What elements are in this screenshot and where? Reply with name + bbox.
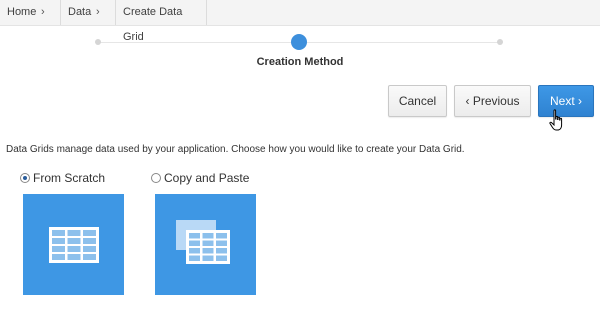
breadcrumb: Home › Data › Create Data Grid (0, 0, 600, 43)
chevron-right-icon: › (41, 6, 45, 18)
wizard-step-label: Creation Method (256, 56, 344, 68)
chevron-right-icon: › (578, 94, 583, 108)
next-button-label: Next (549, 94, 575, 108)
chevron-right-icon: › (96, 6, 100, 18)
wizard-step-dot-active (291, 34, 307, 50)
radio-label: From Scratch (33, 171, 106, 185)
previous-button-label: Previous (472, 94, 520, 108)
breadcrumb-home[interactable]: Home › (0, 0, 60, 25)
hand-cursor-icon (549, 109, 563, 131)
cancel-button[interactable]: Cancel (388, 85, 447, 117)
breadcrumb-current: Create Data Grid (116, 0, 206, 43)
breadcrumb-divider (206, 0, 207, 25)
breadcrumb-label: Data (68, 6, 92, 18)
cancel-button-label: Cancel (398, 94, 437, 108)
previous-button[interactable]: ‹ Previous (454, 85, 531, 117)
grid-icon (49, 227, 99, 263)
wizard-step-dot (497, 39, 503, 45)
radio-button[interactable] (20, 173, 30, 183)
breadcrumb-label: Create Data Grid (123, 6, 183, 43)
copy-grid-icon (176, 220, 230, 264)
description-text: Data Grids manage data used by your appl… (6, 144, 465, 155)
radio-label: Copy and Paste (164, 171, 250, 185)
copy-and-paste-tile[interactable] (155, 194, 256, 295)
radio-button[interactable] (151, 173, 161, 183)
breadcrumb-data[interactable]: Data › (61, 0, 115, 25)
breadcrumb-label: Home (7, 6, 37, 18)
from-scratch-tile[interactable] (23, 194, 124, 295)
chevron-left-icon: ‹ (465, 94, 470, 108)
wizard-step-dot (95, 39, 101, 45)
